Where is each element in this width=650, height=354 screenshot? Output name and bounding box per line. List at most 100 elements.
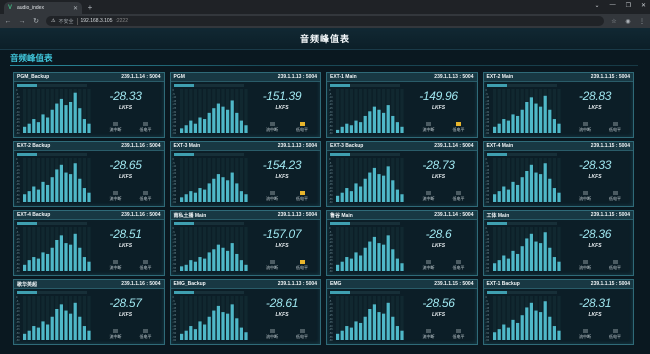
spectrum-bar xyxy=(211,108,215,133)
scale-tick: -50 xyxy=(329,263,333,266)
tab-close-icon[interactable]: ✕ xyxy=(73,5,78,12)
bar-track xyxy=(336,89,340,133)
flow-interrupt-light xyxy=(113,122,118,126)
profile-icon[interactable]: ◉ xyxy=(624,18,632,25)
bar-track xyxy=(23,296,27,340)
spectrum-bar xyxy=(59,98,63,133)
spectrum-bar xyxy=(243,264,248,271)
flow-interrupt-label: 流中断 xyxy=(109,334,122,339)
loudness-readout: -149.96 LKFS xyxy=(409,89,469,111)
spectrum-bar xyxy=(520,109,524,133)
spectrum-bar xyxy=(64,243,68,271)
scale-tick: -50 xyxy=(172,332,177,335)
scale-tick: -25 xyxy=(16,107,20,110)
level-meter-fill xyxy=(486,222,507,225)
spectrum-bar xyxy=(368,111,372,133)
spectrum-bar xyxy=(395,326,399,340)
address-input[interactable]: ⚠ 不安全 192.168.3.105:2222 xyxy=(46,16,604,26)
spectrum-bar xyxy=(211,310,215,340)
spectrum-chart xyxy=(179,89,248,133)
security-label[interactable]: 不安全 xyxy=(58,17,78,25)
scale-tick: 0 xyxy=(172,158,174,161)
level-meter xyxy=(486,84,557,87)
flow-interrupt-indicator: 流中断 xyxy=(266,329,278,340)
restore-icon[interactable]: ❐ xyxy=(626,2,631,9)
low-level-label: 低电平 xyxy=(452,196,465,201)
spectrum-bar xyxy=(349,258,353,271)
channel-name: EXT-1 Main xyxy=(330,74,357,80)
scale-tick: -45 xyxy=(16,328,20,332)
spectrum-bar xyxy=(506,189,510,202)
spectrum-bar xyxy=(391,115,395,133)
scale-tick: -60 xyxy=(172,201,177,205)
scale-tick: -20 xyxy=(16,241,20,245)
scale-tick: -30 xyxy=(172,248,177,252)
spectrum-bar xyxy=(239,120,243,133)
flow-interrupt-light xyxy=(426,191,431,195)
spectrum-bar xyxy=(377,243,381,271)
low-level-indicator: 低电平 xyxy=(296,191,308,202)
spectrum-bar xyxy=(23,264,27,271)
scale-tick: 0 xyxy=(172,296,174,299)
spectrum-bar xyxy=(193,329,197,340)
menu-icon[interactable]: ⋮ xyxy=(638,18,646,25)
panel-header: 鲁谷 Main 239.1.1.14 : 5004 xyxy=(327,211,477,220)
back-icon[interactable]: ← xyxy=(4,18,12,25)
minimize-icon[interactable]: — xyxy=(610,2,616,9)
scale-tick: -60 xyxy=(16,132,20,136)
flow-interrupt-label: 流中断 xyxy=(422,196,435,201)
warning-icon[interactable]: ⚠ xyxy=(51,18,55,24)
channel-address: 239.1.1.16 : 5004 xyxy=(121,212,161,218)
scale-tick: -30 xyxy=(329,179,333,183)
spectrum-bar xyxy=(78,178,82,202)
spectrum-bar xyxy=(400,330,404,340)
low-level-label: 低电平 xyxy=(139,334,152,339)
low-level-light xyxy=(456,122,461,126)
scale-tick: 0 xyxy=(329,296,331,299)
flow-interrupt-label: 流中断 xyxy=(266,127,278,132)
spectrum-chart xyxy=(336,89,404,133)
scale-tick: -45 xyxy=(485,259,490,263)
spectrum-bar xyxy=(225,180,229,202)
scale-tick: -30 xyxy=(172,110,177,114)
loudness-value: -28.33 xyxy=(578,158,612,172)
spectrum-bar xyxy=(533,241,538,271)
close-window-icon[interactable]: ✕ xyxy=(641,2,646,9)
scale-tick: -35 xyxy=(485,183,490,187)
spectrum-bar xyxy=(349,125,353,133)
spectrum-bar xyxy=(207,316,211,340)
low-level-label: 低电平 xyxy=(452,265,465,270)
spectrum-bar xyxy=(547,316,551,340)
new-tab-icon[interactable]: + xyxy=(85,2,95,14)
spectrum-bar xyxy=(552,257,556,271)
spectrum-chart xyxy=(492,158,561,202)
browser-tab[interactable]: V audio_index ✕ xyxy=(4,2,82,14)
spectrum-bar xyxy=(359,322,363,340)
spectrum-bar xyxy=(391,316,395,340)
spectrum-bar xyxy=(336,195,340,202)
spectrum-chart xyxy=(336,227,404,271)
spectrum-bar xyxy=(497,191,501,202)
scale-tick: -5 xyxy=(172,161,175,165)
spectrum-bar xyxy=(197,117,202,133)
db-scale: 0 -5 -10 -15 -20 -25 -30 -35 -40 -45 -50 -55 -60 xyxy=(16,227,22,273)
spectrum-chart xyxy=(23,296,91,340)
chevron-down-icon[interactable]: ⌄ xyxy=(595,2,600,9)
forward-icon[interactable]: → xyxy=(18,18,26,25)
meter-panel: PGM_Backup 239.1.1.14 : 5004 0 -5 -10 -15 -2… xyxy=(13,72,165,138)
page: 音频峰值表 音频峰值表 PGM_Backup 239.1.1.14 : 5004… xyxy=(0,28,650,354)
scale-tick: -20 xyxy=(172,241,177,245)
low-level-light xyxy=(612,260,618,264)
low-level-indicator: 低电平 xyxy=(140,191,152,202)
spectrum-chart xyxy=(179,227,248,271)
spectrum-bar xyxy=(382,112,386,133)
spectrum-bar xyxy=(386,235,390,271)
scale-tick: -55 xyxy=(16,335,20,339)
reload-icon[interactable]: ↻ xyxy=(32,17,40,25)
spectrum-bar xyxy=(46,253,50,271)
level-meter-fill xyxy=(330,291,350,294)
flow-interrupt-indicator: 流中断 xyxy=(579,260,591,271)
panel-header: EXT-4 Main 239.1.1.15 : 5004 xyxy=(483,142,633,151)
level-meter xyxy=(17,84,87,87)
bookmark-star-icon[interactable]: ☆ xyxy=(610,18,618,25)
